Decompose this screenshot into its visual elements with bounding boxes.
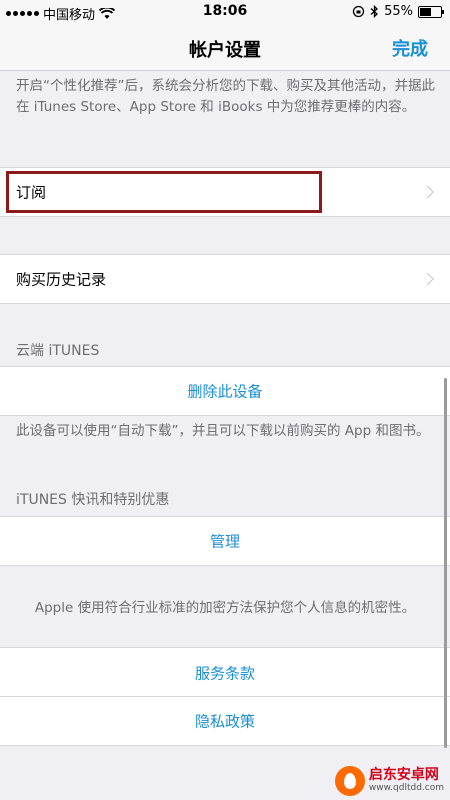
privacy-policy-label: 隐私政策 (194, 712, 255, 731)
nav-bar: 帐户设置 完成 (0, 26, 450, 71)
watermark-text: 启东安卓网 www.qdltdd.com (368, 767, 444, 793)
watermark-name: 启东安卓网 (368, 767, 439, 784)
terms-label: 服务条款 (194, 664, 255, 682)
done-button[interactable]: 完成 (392, 35, 428, 61)
battery-fill (420, 7, 431, 16)
watermark-url: www.qdltdd.com (368, 782, 444, 793)
battery-icon (418, 5, 444, 18)
privacy-description: Apple 使用符合行业标准的加密方法保护您个人信息的机密性。 (34, 600, 416, 616)
battery-percent: 55% (384, 4, 413, 19)
manage-button[interactable]: 管理 (0, 516, 450, 566)
remove-device-button[interactable]: 删除此设备 (0, 366, 450, 416)
watermark-logo-icon (334, 766, 365, 796)
highlight-annotation (6, 171, 322, 213)
scrollbar[interactable] (444, 378, 447, 748)
terms-button[interactable]: 服务条款 (0, 647, 450, 697)
page-title: 帐户设置 (189, 40, 261, 61)
purchase-history-label: 购买历史记录 (16, 270, 107, 289)
chevron-right-icon (421, 272, 434, 286)
itunes-news-header: iTUNES 快讯和特别优惠 (16, 492, 170, 508)
purchase-history-row[interactable]: 购买历史记录 (0, 254, 450, 304)
auto-download-description: 此设备可以使用“自动下载”，并且可以下载以前购买的 App 和图书。 (16, 423, 430, 439)
remove-device-label: 删除此设备 (187, 382, 263, 401)
watermark: 启东安卓网 www.qdltdd.com (334, 766, 444, 796)
orientation-lock-icon (352, 5, 365, 18)
privacy-policy-button[interactable]: 隐私政策 (0, 696, 450, 746)
cloud-itunes-header: 云端 iTUNES (16, 343, 100, 359)
personalization-description: 开启“个性化推荐”后，系统会分析您的下载、购买及其他活动，并据此在 iTunes… (16, 78, 435, 115)
manage-label: 管理 (209, 532, 240, 551)
bluetooth-icon (370, 5, 379, 18)
chevron-right-icon (421, 185, 434, 199)
status-right: 55% (352, 4, 444, 19)
status-bar: 中国移动 18:06 55% (0, 0, 450, 26)
